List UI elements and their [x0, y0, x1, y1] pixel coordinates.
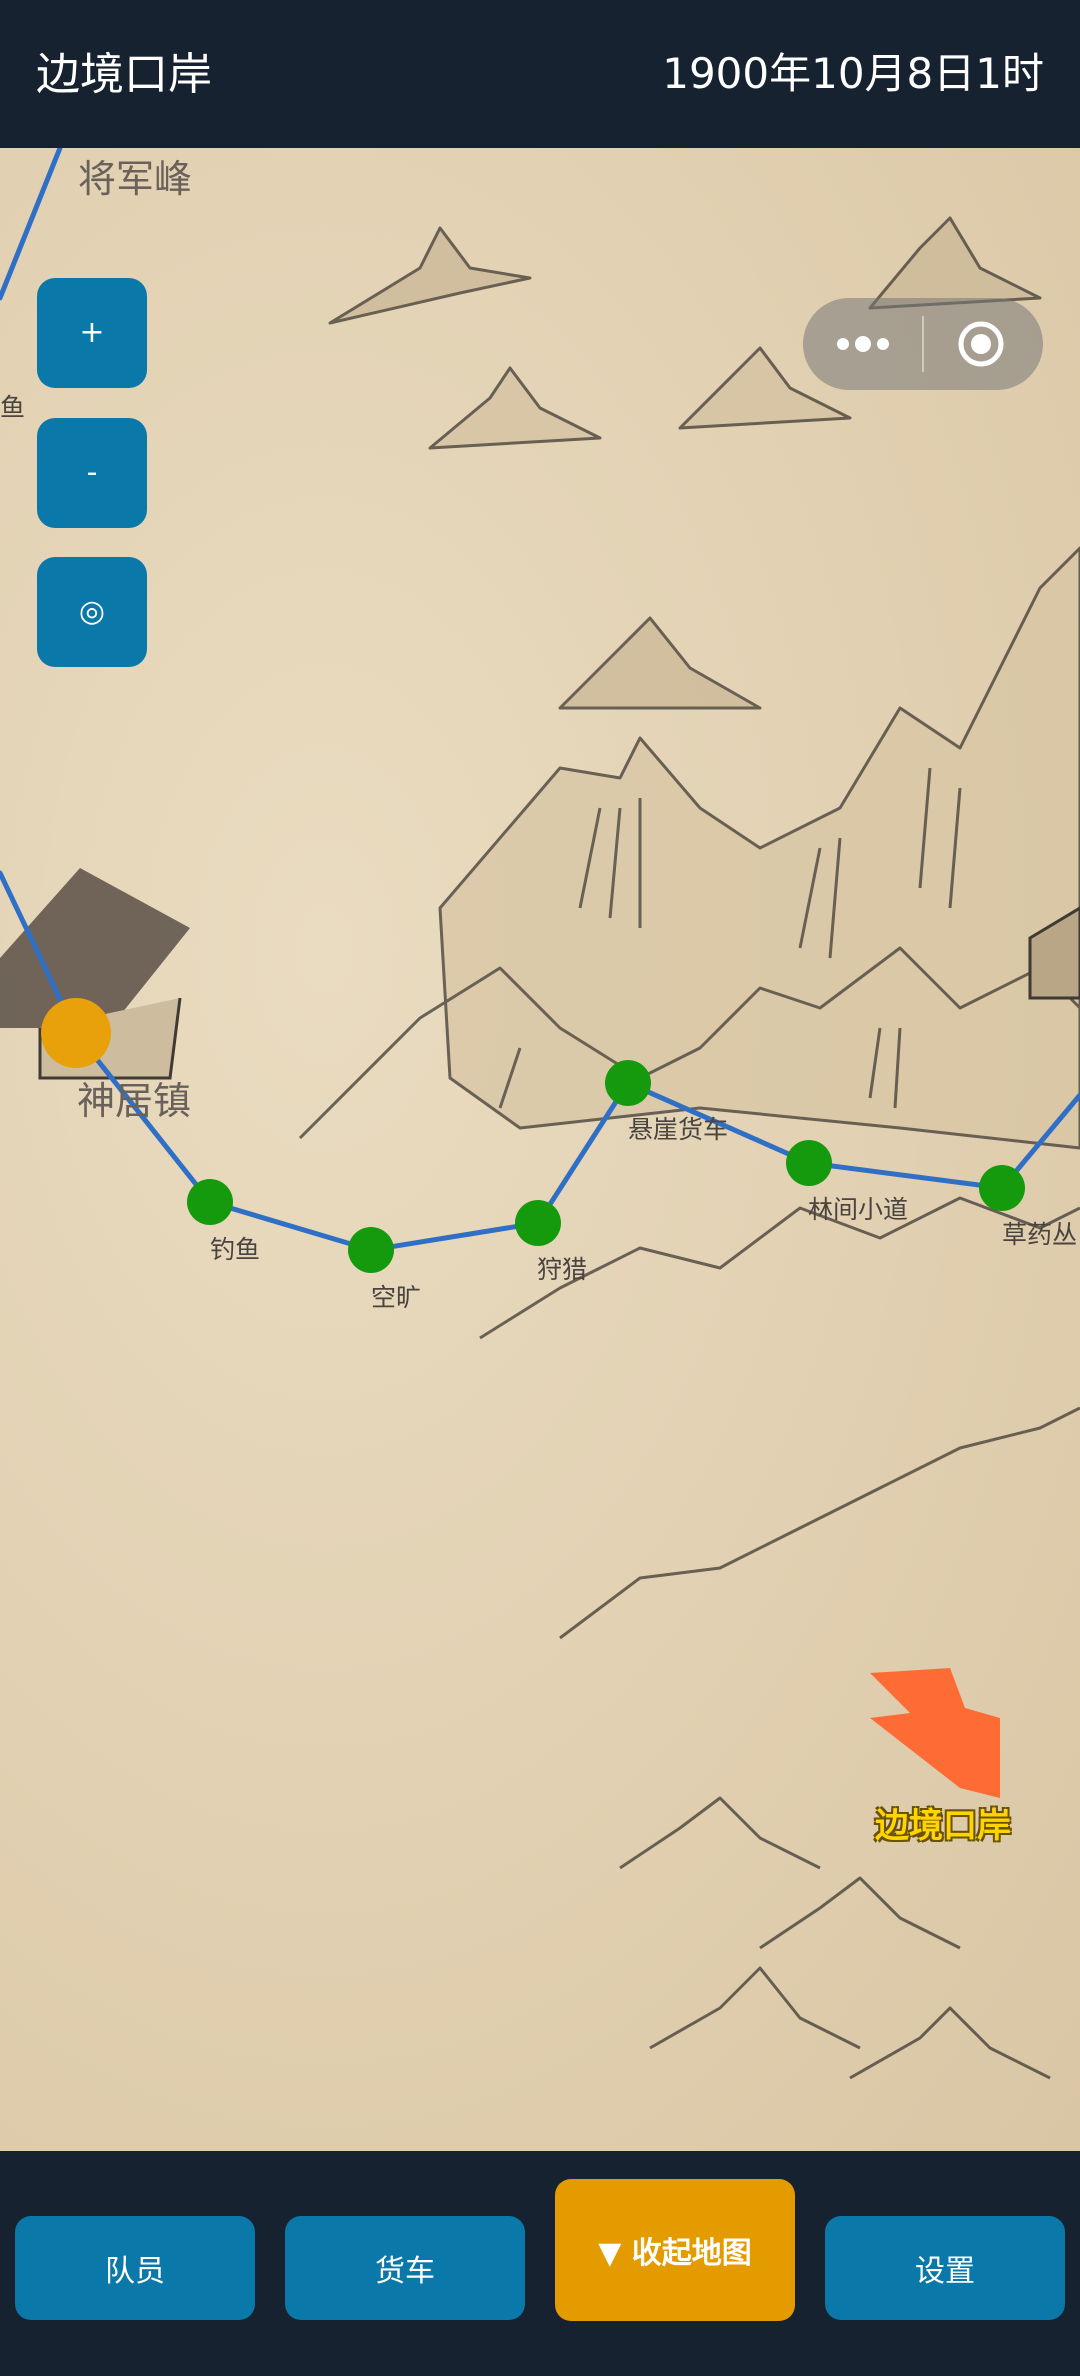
peak-label: 将军峰 [78, 157, 193, 201]
top-bar: 边境口岸 1900年10月8日1时 [0, 0, 1080, 148]
destination-label: 边境口岸 [875, 1806, 1011, 1846]
node-label-empty: 空旷 [371, 1283, 422, 1312]
town-label: 神居镇 [77, 1079, 192, 1123]
node-label-cliff-cargo: 悬崖货车 [628, 1115, 729, 1144]
more-icon[interactable] [833, 320, 893, 368]
close-miniapp-icon[interactable] [957, 320, 1005, 368]
location-title: 边境口岸 [36, 49, 212, 100]
locate-button[interactable]: ◎ [37, 557, 147, 667]
node-empty[interactable] [348, 1227, 394, 1273]
collapse-map-button[interactable]: ▼ 收起地图 [555, 2179, 795, 2321]
destination-arrow-icon [870, 1668, 1000, 1798]
node-label-herb-bush: 草药丛 [1002, 1220, 1078, 1249]
settings-button[interactable]: 设置 [825, 2216, 1065, 2320]
map-background [0, 148, 1080, 2080]
node-cliff-cargo[interactable] [605, 1060, 651, 1106]
node-forest-path[interactable] [786, 1140, 832, 1186]
node-label-forest-path: 林间小道 [808, 1195, 909, 1224]
game-datetime: 1900年10月8日1时 [662, 49, 1044, 98]
node-hunting[interactable] [515, 1200, 561, 1246]
bottom-nav: 队员 货车 ▼ 收起地图 设置 [0, 2151, 1080, 2376]
node-label-hunting: 狩猎 [537, 1255, 588, 1284]
zoom-in-button[interactable]: + [37, 278, 147, 388]
node-fishing[interactable] [187, 1179, 233, 1225]
edge-label: 鱼 [0, 393, 26, 422]
world-map[interactable]: 将军峰 鱼 神居镇 钓鱼 空旷 狩猎 悬崖货车 林间小道 草药丛 边境口岸 + … [0, 148, 1080, 2151]
members-button[interactable]: 队员 [15, 2216, 255, 2320]
zoom-out-button[interactable]: - [37, 418, 147, 528]
miniapp-capsule [803, 298, 1043, 390]
capsule-divider [922, 316, 924, 372]
node-label-fishing: 钓鱼 [210, 1235, 261, 1264]
town-node[interactable] [41, 998, 111, 1068]
cargo-button[interactable]: 货车 [285, 2216, 525, 2320]
node-herb-bush[interactable] [979, 1165, 1025, 1211]
